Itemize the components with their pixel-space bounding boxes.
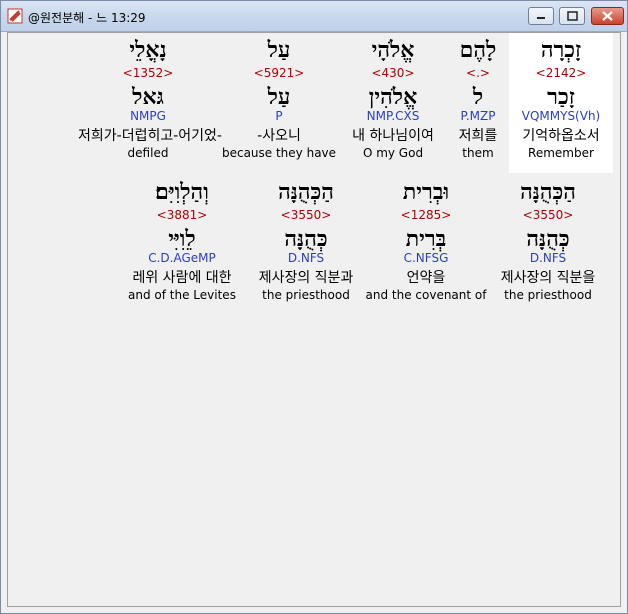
english-gloss: and the covenant of [365, 288, 487, 302]
morphology: D.NFS [529, 251, 567, 265]
hebrew-word: הַכְּהֻנָּה [520, 179, 576, 205]
word-cell[interactable]: וְהַלְוִיִּם׃ <3881> לֵוִיִּי C.D.AGeMP … [112, 179, 252, 302]
word-cell[interactable]: הַכְּהֻנָּה <3550> כְּהֻנָּה D.NFS 제사장의 … [478, 179, 618, 302]
morphology: C.D.AGeMP [148, 251, 216, 265]
english-gloss: and of the Levites [128, 288, 236, 302]
morphology: D.NFS [287, 251, 325, 265]
strong-number[interactable]: <3881> [112, 208, 252, 223]
morphology: NMPG [130, 109, 166, 123]
word-cell[interactable]: נָאֳלֵי <1352> גּאל NMPG 저희가-더럽히고-어기었- d… [78, 37, 222, 160]
hebrew-word: נָאֳלֵי [129, 37, 167, 63]
lemma: בְּרִית [405, 226, 447, 252]
lemma: גּאל [132, 84, 164, 110]
korean-gloss: 저희가-더럽히고-어기었- [78, 128, 222, 144]
word-cell[interactable]: וּבְרִית <1285> בְּרִית C.NFSG 언약을 and t… [356, 179, 496, 302]
maximize-button[interactable] [559, 7, 585, 25]
strong-number[interactable]: <1352> [78, 66, 218, 81]
hebrew-word: זָכְרָה [540, 37, 582, 63]
strong-number[interactable]: <3550> [478, 208, 618, 223]
lemma: לֵוִיִּי [168, 226, 196, 252]
lemma: זָכַר [547, 84, 575, 110]
window-title: @원전분해 - 느 13:29 [28, 11, 146, 25]
close-button[interactable] [591, 7, 624, 25]
hebrew-word: וְהַלְוִיִּם׃ [155, 179, 209, 205]
korean-gloss: 기억하옵소서 [522, 128, 600, 144]
word-cell[interactable]: הַכְּהֻנָּה <3550> כְּהֻנָּה D.NFS 제사장의 … [236, 179, 376, 302]
lemma: כְּהֻנָּה [526, 226, 570, 252]
lemma: כְּהֻנָּה [284, 226, 328, 252]
close-icon [602, 11, 613, 21]
strong-number[interactable]: <3550> [236, 208, 376, 223]
title-bar[interactable]: @원전분해 - 느 13:29 [1, 1, 627, 32]
minimize-icon [537, 17, 545, 19]
korean-gloss: 제사장의 직분을 [500, 270, 596, 286]
english-gloss: the priesthood [262, 288, 350, 302]
maximize-icon [567, 11, 578, 21]
strong-number[interactable]: <2142> [491, 66, 628, 81]
hebrew-word: וּבְרִית [402, 179, 450, 205]
korean-gloss: 레위 사람에 대한 [132, 270, 232, 286]
korean-gloss: 제사장의 직분과 [258, 270, 354, 286]
minimize-button[interactable] [528, 7, 554, 25]
app-icon [7, 8, 23, 24]
interlinear-panel[interactable]: נָאֳלֵי <1352> גּאל NMPG 저희가-더럽히고-어기었- d… [7, 32, 621, 607]
korean-gloss: 언약을 [406, 270, 446, 286]
morphology: C.NFSG [403, 251, 449, 265]
english-gloss: the priesthood [504, 288, 592, 302]
hebrew-word: הַכְּהֻנָּה [278, 179, 334, 205]
english-gloss: Remember [528, 146, 594, 160]
morphology: VQMMYS(Vh) [521, 109, 601, 123]
app-window: @원전분해 - 느 13:29 נָאֳלֵי <1352> גּאל NMPG… [0, 0, 628, 614]
word-cell-selected[interactable]: זָכְרָה <2142> זָכַר VQMMYS(Vh) 기억하옵소서 R… [491, 37, 628, 160]
english-gloss: defiled [127, 146, 169, 160]
strong-number[interactable]: <1285> [356, 208, 496, 223]
